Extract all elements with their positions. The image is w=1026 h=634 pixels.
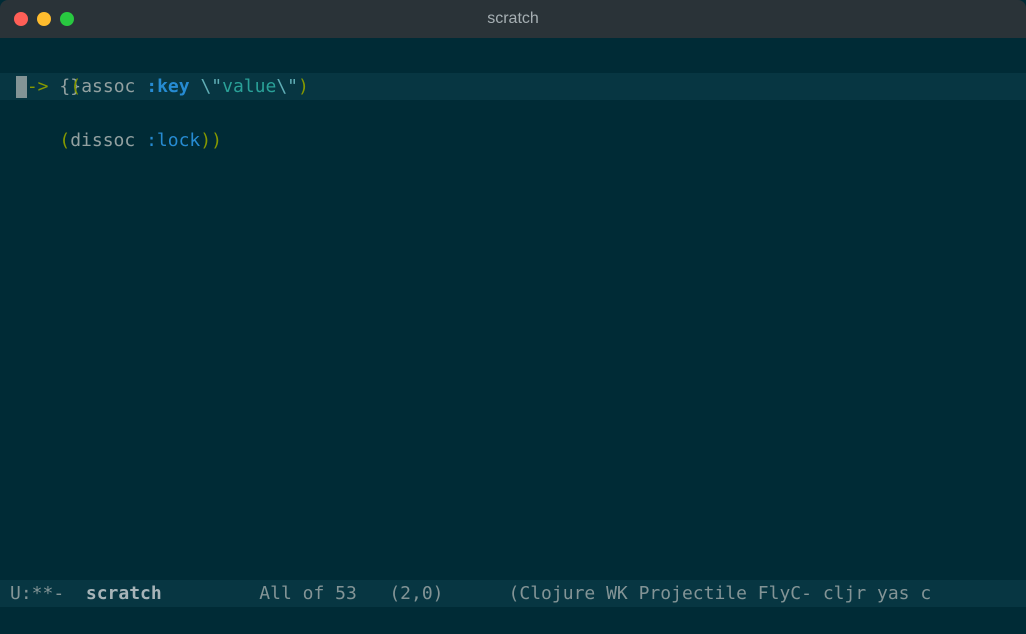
titlebar: scratch xyxy=(0,0,1026,38)
window-controls xyxy=(14,12,74,26)
paren-open: ( xyxy=(70,76,81,97)
fn-assoc: assoc xyxy=(81,76,146,97)
paren-open: ( xyxy=(59,130,70,151)
position-indicator: All of 53 xyxy=(259,583,357,604)
editor-area[interactable]: (-> {} (assoc :key \"value\") (dissoc :l… xyxy=(0,38,1026,580)
current-line: (assoc :key \"value\") xyxy=(0,73,1026,100)
buffer-status: U:**- xyxy=(10,583,86,604)
close-icon[interactable] xyxy=(14,12,28,26)
keyword-lock: :lock xyxy=(146,130,200,151)
keyword-key: :key xyxy=(146,76,189,97)
code-line: (dissoc :lock)) xyxy=(0,100,1026,127)
code-line: (-> {} xyxy=(0,46,1026,73)
escaped-quote: \" xyxy=(276,76,298,97)
window-title: scratch xyxy=(487,10,539,28)
cursor-position: (2,0) xyxy=(389,583,443,604)
paren-close: ) xyxy=(298,76,309,97)
buffer-name: scratch xyxy=(86,583,162,604)
string-value: value xyxy=(222,76,276,97)
maximize-icon[interactable] xyxy=(60,12,74,26)
major-minor-modes: (Clojure WK Projectile FlyC- cljr yas c xyxy=(509,583,932,604)
fn-dissoc: dissoc xyxy=(70,130,146,151)
paren-close: )) xyxy=(200,130,222,151)
mode-line[interactable]: U:**- scratch All of 53 (2,0) (Clojure W… xyxy=(0,580,1026,607)
minibuffer[interactable] xyxy=(0,607,1026,634)
minimize-icon[interactable] xyxy=(37,12,51,26)
escaped-quote: \" xyxy=(200,76,222,97)
